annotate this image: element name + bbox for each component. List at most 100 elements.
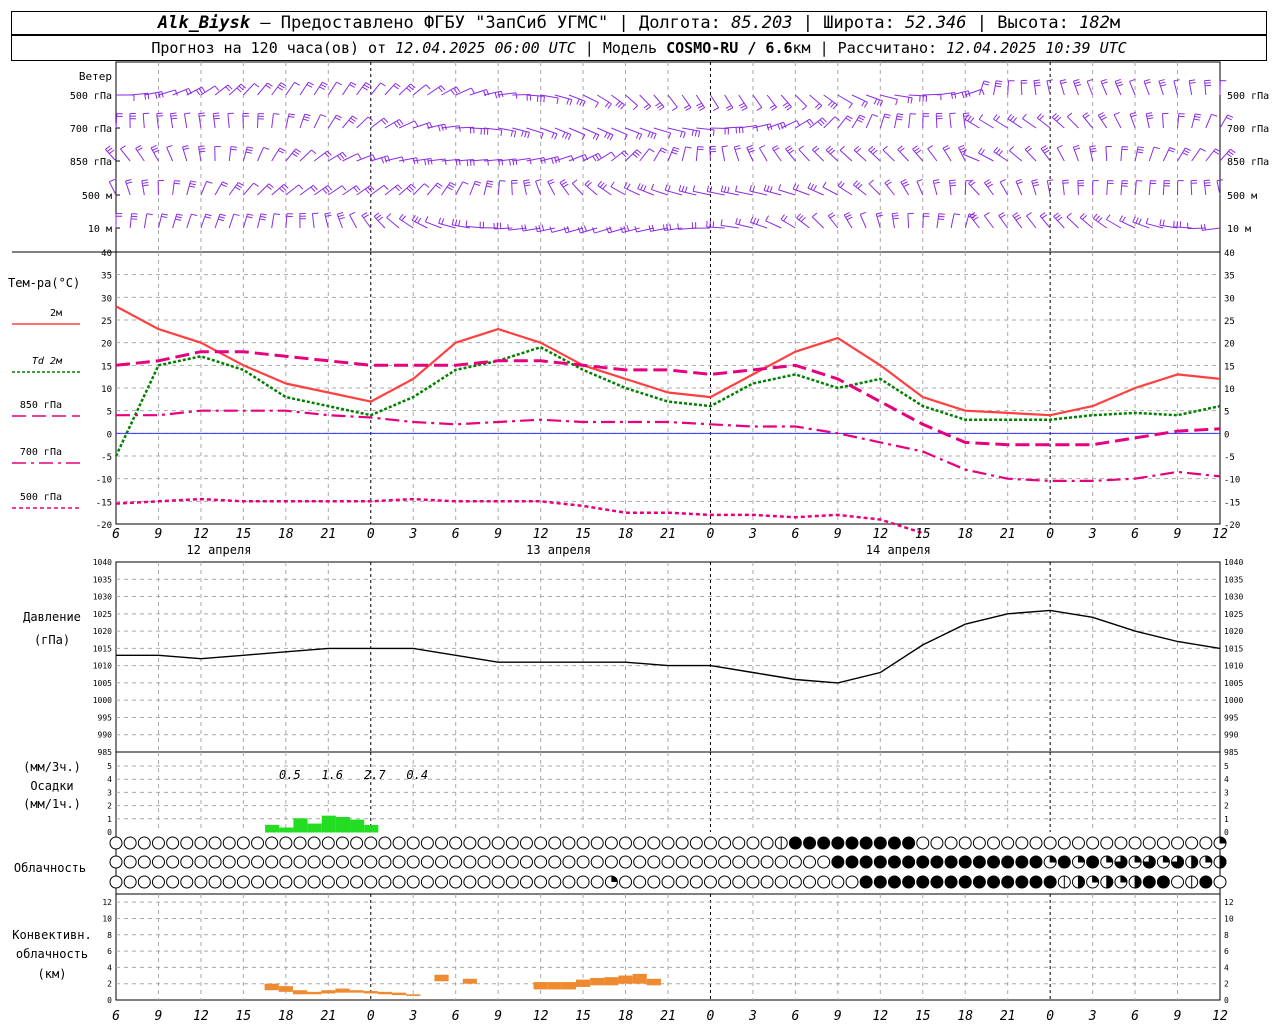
cloud-symbol <box>279 855 293 869</box>
wind-barb-feather <box>363 214 369 219</box>
wind-barb <box>361 212 372 229</box>
cloud-circle <box>1015 836 1029 850</box>
wind-barb <box>1113 111 1122 129</box>
wind-barb-feather <box>864 102 868 108</box>
cloud-symbol <box>774 855 788 869</box>
cloud-symbol <box>335 836 349 850</box>
precip-3h-label: 1.6 <box>321 768 343 782</box>
wind-barb-feather <box>486 182 493 186</box>
wind-level-label: 850 гПа <box>70 157 112 168</box>
wind-barb <box>507 224 527 231</box>
wind-barb <box>710 127 729 135</box>
wind-barb <box>1177 180 1184 196</box>
time-tick-label: 9 <box>1174 527 1182 542</box>
wind-barb-feather <box>1216 179 1223 182</box>
temp-tick-label: -5 <box>101 453 112 463</box>
wind-barb-feather <box>1036 113 1042 119</box>
time-tick-label: 18 <box>957 527 973 542</box>
wind-barb-shaft <box>373 216 386 229</box>
wind-barb-feather <box>156 112 163 115</box>
cloud-symbol <box>887 836 901 850</box>
wind-barb-shaft <box>1009 150 1023 162</box>
wind-barb-feather <box>995 82 1002 85</box>
wind-barb-feather <box>136 147 143 152</box>
time-tick-label: 6 <box>452 527 460 542</box>
cloud-circle <box>633 855 647 869</box>
wind-barb-feather <box>198 112 205 115</box>
time-tick-label: 12 <box>533 527 549 542</box>
wind-barb-feather <box>954 92 957 99</box>
time-tick-label: 3 <box>1088 1009 1097 1024</box>
wind-barb-shaft <box>681 94 692 108</box>
wind-barb-feather <box>1098 112 1104 116</box>
wind-barb <box>978 147 994 162</box>
wind-barb <box>625 94 638 111</box>
cloud-circle <box>335 836 349 850</box>
wind-barb-feather <box>310 186 316 192</box>
wind-barb-shaft <box>610 186 626 196</box>
wind-barb <box>823 94 838 110</box>
wind-barb <box>1082 112 1094 129</box>
wind-barb-feather <box>141 179 148 182</box>
wind-barb-feather <box>706 185 710 192</box>
cloud-fill <box>1092 875 1100 883</box>
wind-barb-shaft <box>285 184 299 196</box>
wind-barb-feather <box>685 146 692 149</box>
wind-barb <box>299 149 317 162</box>
wind-barb-feather <box>969 117 975 123</box>
wind-barb-feather <box>607 103 612 109</box>
wind-barb-feather <box>949 182 956 184</box>
wind-barb-feather <box>896 118 903 121</box>
wind-barb-feather <box>669 223 672 230</box>
wind-barb-feather <box>683 132 686 139</box>
cloud-symbol <box>1100 855 1114 869</box>
wind-barb-feather <box>189 185 196 188</box>
wind-barb-feather <box>206 180 213 184</box>
cloud-symbol <box>208 836 222 850</box>
wind-barb <box>611 127 628 141</box>
wind-barb-feather <box>827 147 834 153</box>
cloud-symbol <box>1199 875 1213 889</box>
cloud-symbol <box>236 836 250 850</box>
wind-barb <box>1053 212 1065 229</box>
wind-barb <box>724 94 734 111</box>
wind-barb-feather <box>349 211 356 216</box>
wind-barb-feather <box>897 113 904 116</box>
precip-tick-label: 0 <box>1224 828 1229 837</box>
wind-barb-feather <box>324 186 330 193</box>
cloud-symbol <box>350 855 364 869</box>
wind-barb-shaft <box>384 156 403 162</box>
wind-barb <box>839 145 853 162</box>
pressure-tick-label: 995 <box>1224 713 1239 722</box>
wind-barb-feather <box>327 185 333 191</box>
wind-barb-shaft <box>535 181 542 196</box>
wind-barb-feather <box>1135 217 1139 224</box>
cloud-symbol <box>392 875 406 889</box>
wind-barb-shaft <box>1056 147 1065 162</box>
wind-barb-feather <box>150 144 157 149</box>
cloud-circle <box>519 855 533 869</box>
wind-barb <box>865 113 879 129</box>
wind-barb-feather <box>984 212 990 217</box>
cloud-symbol <box>1156 836 1170 850</box>
pressure-tick-label: 1035 <box>1224 575 1243 584</box>
cloud-symbol <box>1001 855 1015 869</box>
wind-barb-feather <box>1074 81 1081 85</box>
wind-barb-feather <box>337 211 344 215</box>
cloud-symbol <box>463 875 477 889</box>
cloud-circle <box>619 836 633 850</box>
wind-barb-feather <box>361 212 368 216</box>
wind-barb-shaft <box>186 213 192 229</box>
conv-tick-label: 10 <box>102 914 112 923</box>
pressure-tick-label: 1040 <box>1224 558 1243 567</box>
wind-barb-feather <box>512 159 515 166</box>
wind-barb-shaft <box>809 94 823 106</box>
cloud-circle <box>845 875 859 889</box>
cloud-symbol <box>378 836 392 850</box>
cloud-symbol <box>137 855 151 869</box>
wind-barb-feather <box>245 151 252 154</box>
wind-barb <box>349 211 358 229</box>
wind-barb <box>1100 78 1108 96</box>
cloud-circle <box>817 836 831 850</box>
wind-barb-feather <box>527 132 530 139</box>
